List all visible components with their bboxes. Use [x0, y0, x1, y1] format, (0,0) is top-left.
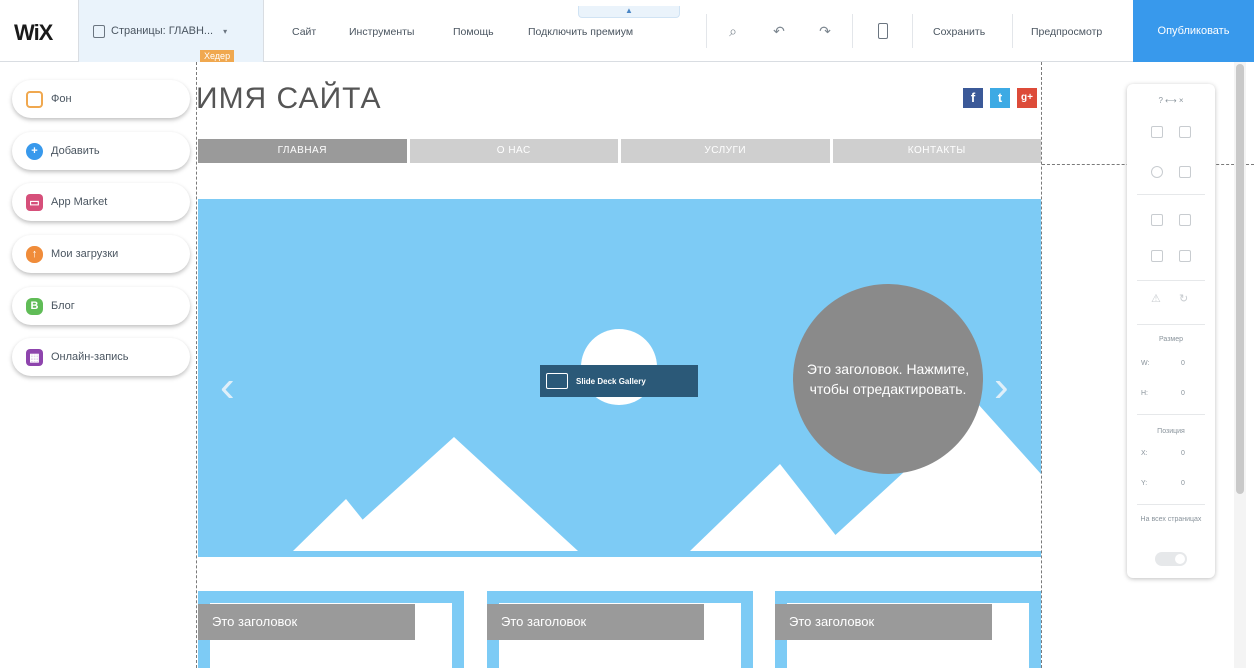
left-panel-label: Фон	[51, 93, 72, 105]
left-panel-add-button[interactable]: + Добавить	[12, 132, 190, 170]
slider-prev-arrow[interactable]: ‹	[220, 362, 235, 412]
booking-icon: ▦	[26, 348, 43, 366]
slide-deck-gallery[interactable]: ‹ › Это заголовок. Нажмите, чтобы отреда…	[198, 199, 1041, 557]
tools-panel: ? ⟷ × ⚠ ↻ Размер W: 0 H: 0 Позиция X: 0 …	[1127, 84, 1215, 578]
y-input[interactable]: 0	[1181, 480, 1185, 487]
left-panel-booking-button[interactable]: ▦ Онлайн-запись	[12, 338, 190, 376]
width-input[interactable]: 0	[1181, 360, 1185, 367]
show-on-all-pages-toggle[interactable]	[1155, 552, 1187, 566]
left-panel-label: App Market	[51, 196, 108, 208]
content-card[interactable]: Это заголовок	[198, 591, 464, 668]
menu-upgrade[interactable]: Подключить премиум	[528, 26, 633, 38]
header-tag[interactable]: Хедер	[200, 50, 235, 62]
card-title[interactable]: Это заголовок	[198, 604, 415, 640]
scrollbar-thumb[interactable]	[1236, 64, 1244, 494]
card-title[interactable]: Это заголовок	[775, 604, 992, 640]
divider	[1137, 280, 1205, 281]
position-label: Позиция	[1157, 428, 1185, 435]
mobile-view-icon[interactable]	[874, 22, 892, 40]
image-icon	[546, 373, 568, 389]
width-label: W:	[1141, 360, 1150, 367]
align-icon[interactable]	[1179, 214, 1191, 226]
menu-tools[interactable]: Инструменты	[349, 26, 414, 38]
site-menu-item-home[interactable]: ГЛАВНАЯ	[198, 139, 407, 163]
left-panel-background-button[interactable]: Фон	[12, 80, 190, 118]
distribute-icon[interactable]	[1151, 250, 1163, 262]
pages-icon	[93, 24, 105, 38]
height-label: H:	[1141, 390, 1148, 397]
show-on-all-pages-label: На всех страницах	[1140, 516, 1202, 523]
card-title[interactable]: Это заголовок	[487, 604, 704, 640]
slide-caption[interactable]: Это заголовок. Нажмите, чтобы отредактир…	[793, 284, 983, 474]
gallery-component-tag[interactable]: Slide Deck Gallery	[540, 365, 698, 397]
divider	[912, 14, 913, 48]
left-panel-label: Блог	[51, 300, 75, 312]
collapse-toolbar-button[interactable]: ▲	[578, 6, 680, 18]
site-title[interactable]: ИМЯ САЙТА	[196, 82, 381, 116]
content-card[interactable]: Это заголовок	[775, 591, 1041, 668]
divider	[1012, 14, 1013, 48]
pages-dropdown[interactable]: Страницы: ГЛАВН... ▾	[78, 0, 264, 62]
twitter-icon[interactable]: t	[990, 88, 1010, 108]
x-label: X:	[1141, 450, 1148, 457]
menu-help[interactable]: Помощь	[453, 26, 494, 38]
arrange-icon[interactable]	[1151, 214, 1163, 226]
top-bar: WiX Страницы: ГЛАВН... ▾ Сайт Инструмент…	[0, 0, 1254, 62]
redo-icon[interactable]: ↷	[816, 22, 834, 40]
duplicate-icon[interactable]	[1151, 166, 1163, 178]
zoom-icon[interactable]: ⌕	[724, 22, 742, 40]
warning-icon[interactable]: ⚠	[1151, 292, 1163, 305]
publish-button[interactable]: Опубликовать	[1133, 0, 1254, 62]
divider	[1137, 504, 1205, 505]
rotate-icon[interactable]: ↻	[1179, 292, 1191, 305]
content-card[interactable]: Это заголовок	[487, 591, 753, 668]
divider	[706, 14, 707, 48]
site-menu-item-about[interactable]: О НАС	[409, 139, 618, 163]
background-icon	[26, 90, 43, 108]
save-button[interactable]: Сохранить	[933, 26, 985, 38]
divider	[1137, 324, 1205, 325]
size-label: Размер	[1158, 336, 1184, 343]
left-panel-label: Добавить	[51, 145, 100, 157]
delete-icon[interactable]	[1179, 166, 1191, 178]
wix-logo[interactable]: WiX	[14, 20, 53, 46]
copy-icon[interactable]	[1151, 126, 1163, 138]
gallery-tag-label: Slide Deck Gallery	[576, 376, 646, 386]
left-panel-label: Онлайн-запись	[51, 351, 129, 363]
add-icon: +	[26, 142, 43, 160]
x-input[interactable]: 0	[1181, 450, 1185, 457]
vertical-scrollbar[interactable]	[1234, 62, 1246, 668]
app-market-icon: ▭	[26, 193, 43, 211]
left-panel-uploads-button[interactable]: ↑ Мои загрузки	[12, 235, 190, 273]
site-menu-item-services[interactable]: УСЛУГИ	[621, 139, 830, 163]
divider	[1137, 194, 1205, 195]
uploads-icon: ↑	[26, 245, 43, 263]
toggle-knob	[1175, 554, 1185, 564]
menu-site[interactable]: Сайт	[292, 26, 316, 38]
facebook-icon[interactable]: f	[963, 88, 983, 108]
y-label: Y:	[1141, 480, 1148, 487]
divider	[852, 14, 853, 48]
googleplus-icon[interactable]: g+	[1017, 88, 1037, 108]
preview-button[interactable]: Предпросмотр	[1031, 26, 1102, 38]
left-panel-label: Мои загрузки	[51, 248, 119, 260]
left-panel-blog-button[interactable]: B Блог	[12, 287, 190, 325]
slider-next-arrow[interactable]: ›	[994, 362, 1009, 412]
undo-icon[interactable]: ↶	[770, 22, 788, 40]
divider	[1137, 414, 1205, 415]
pages-label: Страницы: ГЛАВН...	[111, 25, 214, 37]
paste-icon[interactable]	[1179, 126, 1191, 138]
site-menu: ГЛАВНАЯ О НАС УСЛУГИ КОНТАКТЫ	[198, 139, 1041, 163]
match-size-icon[interactable]	[1179, 250, 1191, 262]
left-panel-app-market-button[interactable]: ▭ App Market	[12, 183, 190, 221]
chevron-down-icon: ▾	[223, 26, 228, 36]
blog-icon: B	[26, 297, 43, 315]
height-input[interactable]: 0	[1181, 390, 1185, 397]
site-menu-item-contacts[interactable]: КОНТАКТЫ	[832, 139, 1041, 163]
tools-panel-header[interactable]: ? ⟷ ×	[1127, 96, 1215, 105]
